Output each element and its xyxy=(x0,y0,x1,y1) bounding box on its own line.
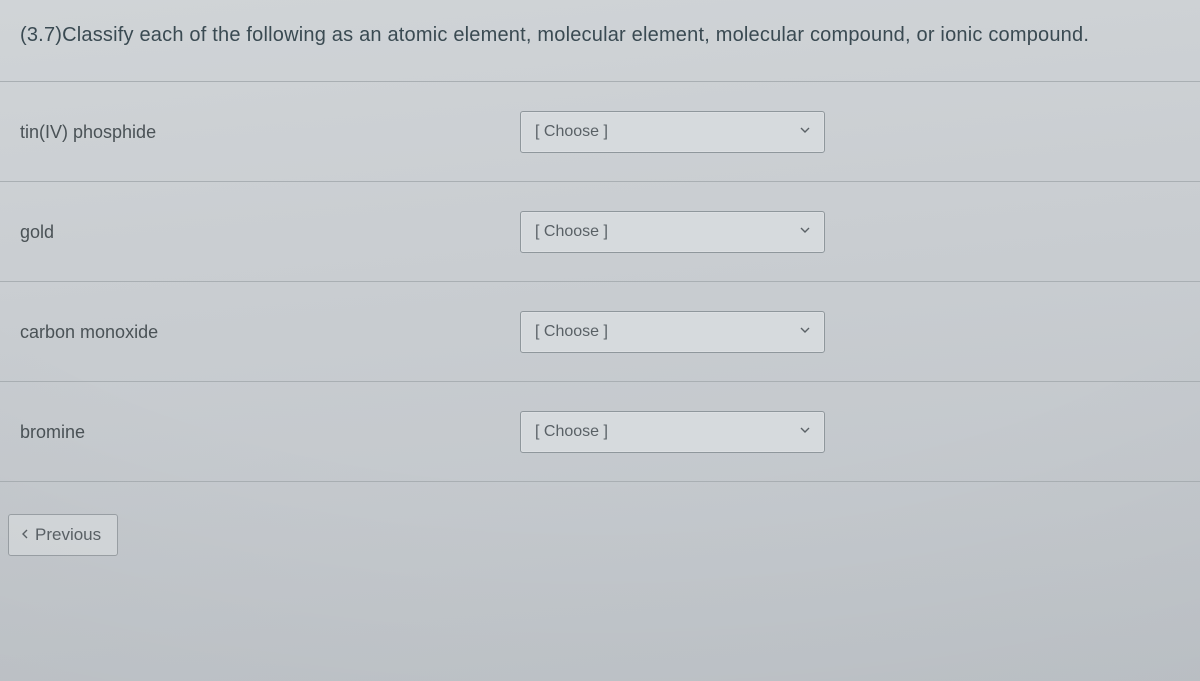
choice-select[interactable]: [ Choose ] xyxy=(520,411,825,453)
match-row: tin(IV) phosphide [ Choose ] xyxy=(0,82,1200,182)
choice-select[interactable]: [ Choose ] xyxy=(520,211,825,253)
select-value[interactable]: [ Choose ] xyxy=(520,111,825,153)
item-label: gold xyxy=(20,220,520,243)
match-row: gold [ Choose ] xyxy=(0,182,1200,282)
item-label: carbon monoxide xyxy=(20,320,520,343)
choice-select[interactable]: [ Choose ] xyxy=(520,311,825,353)
select-value[interactable]: [ Choose ] xyxy=(520,311,825,353)
question-prompt: (3.7)Classify each of the following as a… xyxy=(0,0,1200,82)
item-label: tin(IV) phosphide xyxy=(20,120,520,143)
choice-select[interactable]: [ Choose ] xyxy=(520,111,825,153)
match-row: bromine [ Choose ] xyxy=(0,382,1200,482)
previous-button[interactable]: Previous xyxy=(8,514,118,556)
nav-area: Previous xyxy=(0,482,1200,576)
match-row: carbon monoxide [ Choose ] xyxy=(0,282,1200,382)
previous-label: Previous xyxy=(35,525,101,545)
item-label: bromine xyxy=(20,420,520,443)
select-value[interactable]: [ Choose ] xyxy=(520,411,825,453)
select-value[interactable]: [ Choose ] xyxy=(520,211,825,253)
caret-left-icon xyxy=(21,525,29,545)
